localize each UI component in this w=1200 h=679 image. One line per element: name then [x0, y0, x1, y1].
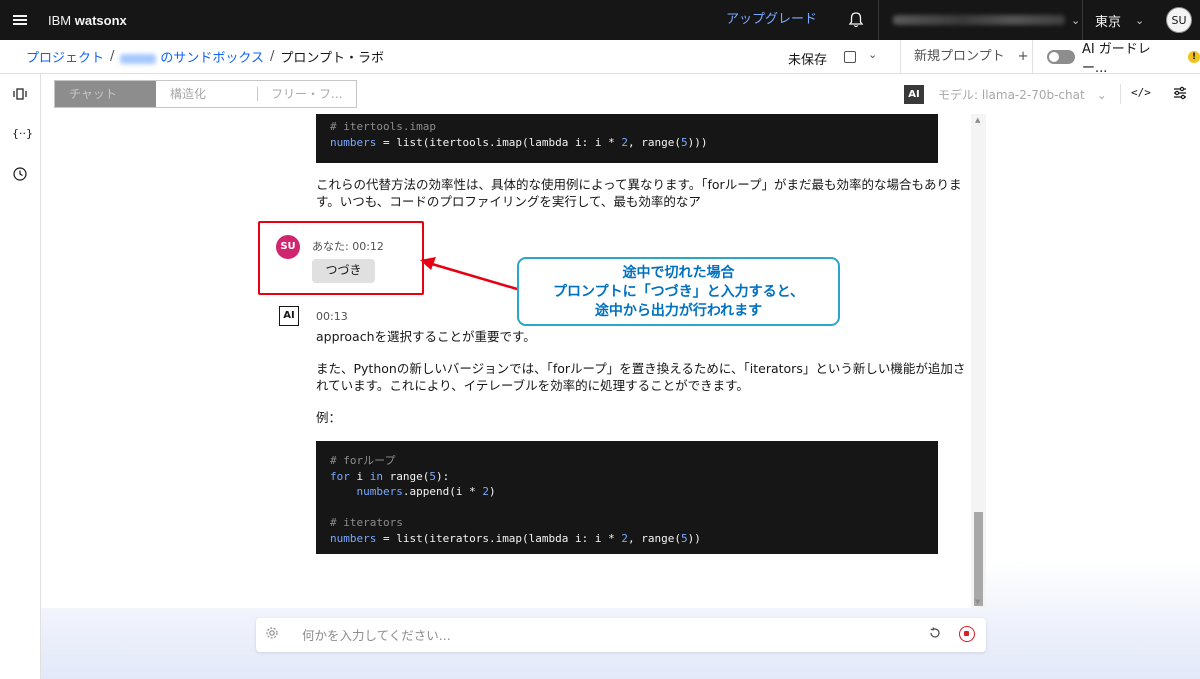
upgrade-link[interactable]: アップグレード — [726, 0, 817, 40]
scroll-up-icon[interactable]: ▲ — [975, 116, 980, 124]
top-navigation-bar: IBM watsonx アップグレード ⌄ 東京 ⌄ SU — [0, 0, 1200, 40]
code-view-icon[interactable]: </> — [1131, 86, 1151, 99]
user-avatar[interactable]: SU — [1166, 7, 1192, 33]
ai-response-text: 例： — [316, 410, 342, 425]
carousel-icon[interactable] — [12, 86, 28, 102]
ai-guardrails-control: AI ガードレー... ! — [1032, 40, 1200, 76]
code-block[interactable]: # itertools.imap numbers = list(itertools… — [316, 114, 938, 163]
breadcrumb-current: プロンプト・ラボ — [280, 51, 385, 66]
new-prompt-button[interactable]: 新規プロンプト + — [900, 40, 1032, 74]
notification-bell-icon[interactable] — [846, 10, 866, 30]
code-line: numbers = list(itertools.imap(lambda i: … — [330, 135, 708, 149]
code-line: numbers = list(iterators.imap(lambda i: … — [330, 531, 701, 545]
scrollbar-thumb[interactable] — [974, 512, 983, 606]
gear-icon[interactable] — [265, 626, 279, 640]
save-icon[interactable] — [844, 51, 856, 63]
hamburger-menu-icon[interactable] — [0, 0, 40, 40]
chat-input[interactable] — [302, 624, 902, 646]
model-selector[interactable]: モデル: llama-2-70b-chat ⌄ — [938, 86, 1107, 103]
callout-line: 途中で切れた場合 — [622, 265, 735, 281]
mode-tabs: チャット 構造化 フリー・フ... — [54, 80, 357, 108]
code-line: # forループ — [330, 454, 396, 467]
prompt-toolbar: チャット 構造化 フリー・フ... AI モデル: llama-2-70b-ch… — [41, 74, 1200, 114]
ai-guardrails-label: AI ガードレー... — [1081, 42, 1151, 76]
chat-input-box — [256, 618, 986, 652]
annotation-callout: 途中で切れた場合 プロンプトに「つづき」と入力すると、 途中から出力が行われます — [517, 257, 840, 326]
code-line: for i in range(5): — [330, 469, 450, 483]
account-name-redacted — [893, 15, 1065, 25]
breadcrumb-separator: / — [270, 49, 275, 64]
stop-generation-icon[interactable] — [959, 626, 975, 642]
highlight-box — [258, 221, 424, 295]
tab-structured[interactable]: 構造化 — [156, 81, 257, 107]
ai-avatar-icon: AI — [279, 306, 299, 326]
ai-response-text: れています。これにより、イテレーブルを効率的に処理することができます。 — [316, 378, 749, 393]
breadcrumb-sandbox[interactable]: のサンドボックス — [120, 47, 264, 66]
redacted-text — [120, 53, 157, 64]
settings-sliders-icon[interactable] — [1173, 86, 1187, 100]
breadcrumb: プロジェクト / のサンドボックス / プロンプト・ラボ — [26, 47, 384, 66]
brand-name[interactable]: IBM watsonx — [48, 13, 127, 28]
chevron-down-icon: ⌄ — [1135, 13, 1145, 27]
callout-line: 途中から出力が行われます — [594, 303, 763, 319]
chat-scrollbar[interactable]: ▲ ▼ — [971, 114, 986, 608]
breadcrumb-bar: プロジェクト / のサンドボックス / プロンプト・ラボ 未保存 ⌄ 新規プロン… — [0, 40, 1200, 76]
reset-icon[interactable] — [928, 626, 942, 640]
tab-chat[interactable]: チャット — [55, 81, 156, 107]
message-time: 00:13 — [316, 310, 348, 323]
chevron-down-icon[interactable]: ⌄ — [868, 48, 877, 61]
scroll-down-icon[interactable]: ▼ — [975, 598, 980, 606]
variables-icon[interactable]: {··} — [12, 126, 33, 142]
divider — [1120, 84, 1121, 104]
code-line: # itertools.imap — [330, 120, 436, 133]
region-label: 東京 — [1095, 14, 1122, 30]
ai-response-text: approachを選択することが重要です。 — [316, 329, 536, 344]
code-line: numbers.append(i * 2) — [356, 485, 496, 498]
breadcrumb-projects[interactable]: プロジェクト — [26, 47, 104, 66]
ai-guardrails-toggle[interactable] — [1047, 50, 1075, 64]
ai-badge-icon: AI — [904, 85, 924, 104]
left-tool-rail: {··} — [0, 74, 41, 679]
breadcrumb-separator: / — [110, 49, 115, 64]
tab-freeform[interactable]: フリー・フ... — [257, 81, 356, 107]
chat-transcript[interactable]: # itertools.imap numbers = list(itertools… — [41, 114, 971, 608]
account-switcher[interactable]: ⌄ — [878, 0, 1082, 40]
ai-response-text: す。いつも、コードのプロファイリングを実行して、最も効率的なア — [316, 194, 701, 209]
code-block[interactable]: # forループ for i in range(5): numbers.appen… — [316, 441, 938, 554]
callout-line: プロンプトに「つづき」と入力すると、 — [552, 284, 805, 300]
chevron-down-icon: ⌄ — [1071, 13, 1081, 27]
history-clock-icon[interactable] — [12, 166, 28, 182]
code-line: # iterators — [330, 516, 403, 529]
warning-icon: ! — [1188, 51, 1200, 63]
save-status: 未保存 — [788, 53, 828, 68]
region-selector[interactable]: 東京 ⌄ — [1082, 0, 1158, 40]
